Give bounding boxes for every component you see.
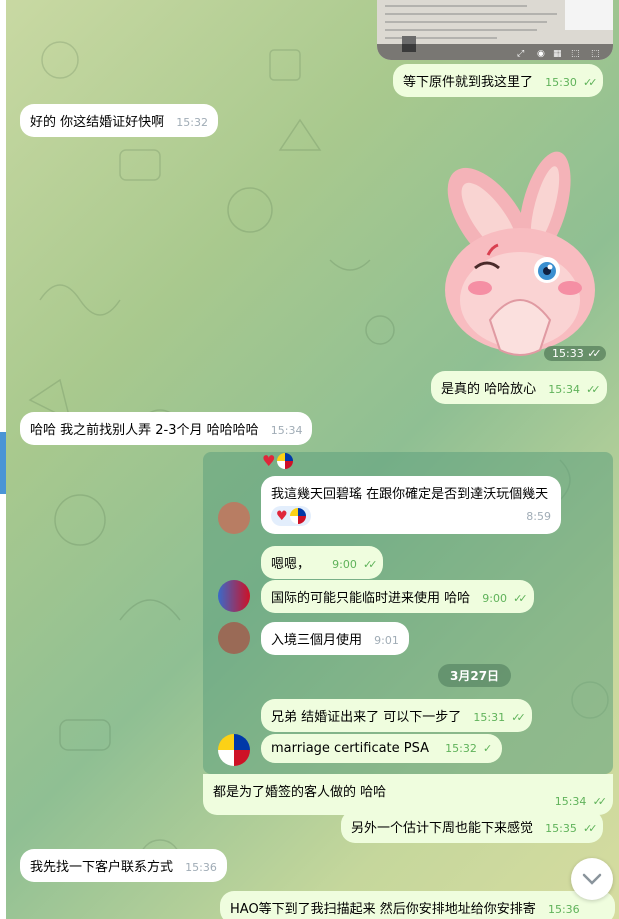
message-text: 都是为了婚签的客人做的 哈哈 [213,785,387,800]
message-text: 好的 你这结婚证好快啊 [30,115,165,130]
message-text: 我這幾天回碧瑤 在跟你確定是否到達沃玩個幾天 [271,487,549,502]
reaction-badge[interactable]: ♥ [262,452,294,470]
double-check-icon: ✓✓ [586,383,601,396]
svg-text:⤢: ⤢ [516,49,524,59]
avatar[interactable] [218,622,250,654]
message-time: 15:32 [176,116,208,129]
message-time: 9:00 [332,558,357,571]
message-text: HAO等下到了我扫描起来 然后你安排地址给你安排寄 [230,902,536,917]
message-outgoing[interactable]: 国际的可能只能临时进来使用 哈哈 9:00 ✓✓ [261,580,534,613]
scroll-down-button[interactable] [571,858,613,900]
message-outgoing[interactable]: 是真的 哈哈放心 15:34 ✓✓ [431,371,607,404]
message-time: 9:00 [482,592,507,605]
message-time: 15:36 [547,903,580,916]
message-time: 9:01 [374,634,399,647]
message-time: 15:34 [270,424,303,437]
check-icon: ✓ [483,742,493,755]
double-check-icon: ✓✓ [583,822,598,835]
svg-text:⬚: ⬚ [591,49,600,59]
svg-text:▦: ▦ [553,49,562,59]
heart-icon: ♥ [262,452,276,470]
message-time: 15:36 [185,861,217,874]
sticker-time: 15:33 [552,347,584,360]
heart-icon: ♥ [276,508,288,524]
message-time: 15:31 [473,711,506,724]
reaction-chip[interactable]: ♥ [271,506,311,526]
message-outgoing[interactable]: marriage certificate PSA 15:32 ✓ [261,734,503,763]
message-time: 15:30 [545,76,577,89]
message-text: 国际的可能只能临时进来使用 哈哈 [271,591,471,606]
double-check-icon: ✓✓ [363,558,378,571]
message-incoming[interactable]: 入境三個月使用 9:01 [261,622,409,655]
avatar[interactable] [218,580,250,612]
message-text: 嗯嗯， [271,557,311,572]
message-text: 兄弟 结婚证出来了 可以下一步了 [271,710,462,725]
document-photo[interactable]: ⤢ ◉ ▦ ⬚ ⬚ [377,0,613,60]
svg-text:◉: ◉ [537,49,545,59]
double-check-icon: ✓✓ [511,711,526,724]
bunny-sticker[interactable]: 15:33 ✓✓ [420,150,615,370]
message-text: marriage certificate PSA [271,741,430,756]
message-outgoing[interactable]: 等下原件就到我这里了 15:30 ✓✓ [393,64,604,97]
message-incoming[interactable]: 好的 你这结婚证好快啊 15:32 [20,104,218,137]
message-outgoing[interactable]: HAO等下到了我扫描起来 然后你安排地址给你安排寄 15:36 [220,891,615,919]
message-text: 等下原件就到我这里了 [403,75,534,90]
message-text: 哈哈 我之前找别人弄 2-3个月 哈哈哈哈 [30,423,259,438]
message-text: 我先找一下客户联系方式 [30,860,174,875]
message-outgoing[interactable]: 兄弟 结婚证出来了 可以下一步了 15:31 ✓✓ [261,699,532,732]
double-check-icon: ✓✓ [587,347,602,360]
message-text: 另外一个估计下周也能下来感觉 [351,821,534,836]
left-panel-accent [0,432,6,494]
message-time: 15:34 [548,383,580,396]
double-check-icon: ✓✓ [592,795,608,808]
double-check-icon: ✓✓ [513,592,528,605]
message-incoming[interactable]: 哈哈 我之前找别人弄 2-3个月 哈哈哈哈 15:34 [20,412,313,445]
message-time: 15:34 [554,795,587,808]
message-text: 是真的 哈哈放心 [441,382,537,397]
message-incoming[interactable]: 我先找一下客户联系方式 15:36 [20,849,227,882]
message-outgoing[interactable]: 嗯嗯， 9:00 ✓✓ [261,546,384,579]
message-time: 15:32 [445,742,477,755]
double-check-icon: ✓✓ [583,76,598,89]
chevron-down-icon [582,873,602,885]
flag-icon [277,453,294,469]
flag-icon [289,508,306,524]
message-time: 8:59 [526,509,551,523]
avatar[interactable] [218,734,250,766]
message-text: 入境三個月使用 [271,633,363,648]
avatar[interactable] [218,502,250,534]
message-incoming[interactable]: 我這幾天回碧瑤 在跟你確定是否到達沃玩個幾天 ♥ 8:59 [261,476,561,534]
message-outgoing[interactable]: 都是为了婚签的客人做的 哈哈 15:34 ✓✓ [203,774,613,815]
svg-text:⬚: ⬚ [571,49,580,59]
message-time: 15:35 [545,822,577,835]
date-separator: 3月27日 [438,664,512,687]
message-outgoing[interactable]: 另外一个估计下周也能下来感觉 15:35 ✓✓ [341,810,604,843]
